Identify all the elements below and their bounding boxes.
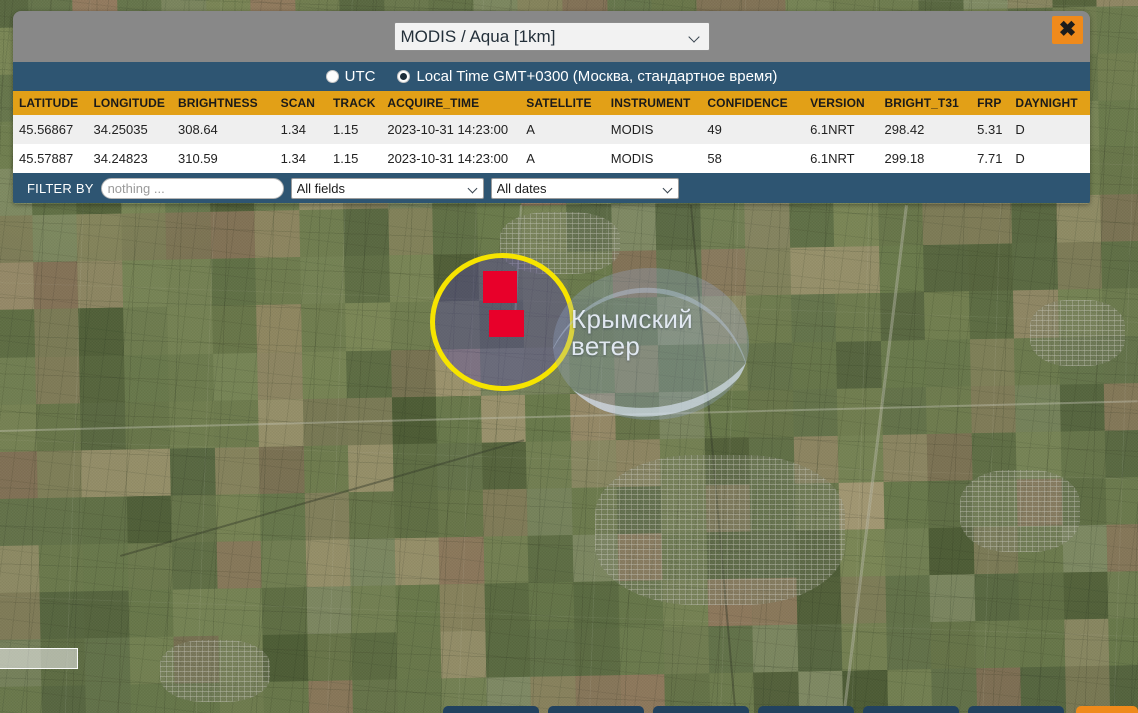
- bottom-toolbar-tab[interactable]: [653, 706, 749, 713]
- column-header-acquire-time[interactable]: ACQUIRE_TIME: [381, 91, 520, 115]
- cell-acquire-time: 2023-10-31 14:23:00: [381, 115, 520, 144]
- column-header-frp[interactable]: FRP: [971, 91, 1009, 115]
- radio-utc[interactable]: UTC: [326, 68, 376, 85]
- radio-local-time[interactable]: Local Time GMT+0300 (Москва, стандартное…: [397, 68, 777, 85]
- filter-bar: FILTER BY All fieldsLatitudeLongitudeBri…: [13, 173, 1090, 203]
- radio-utc-label: UTC: [345, 68, 376, 85]
- column-header-satellite[interactable]: SATELLITE: [520, 91, 605, 115]
- column-header-bright-t31[interactable]: BRIGHT_T31: [879, 91, 972, 115]
- cell-longitude: 34.24823: [87, 144, 172, 173]
- cell-latitude: 45.57887: [13, 144, 87, 173]
- column-header-version[interactable]: VERSION: [804, 91, 878, 115]
- cell-bright-t31: 298.42: [879, 115, 972, 144]
- cell-instrument: MODIS: [605, 115, 702, 144]
- cell-acquire-time: 2023-10-31 14:23:00: [381, 144, 520, 173]
- table-row[interactable]: 45.5788734.24823310.591.341.152023-10-31…: [13, 144, 1090, 173]
- cell-latitude: 45.56867: [13, 115, 87, 144]
- cell-longitude: 34.25035: [87, 115, 172, 144]
- bottom-toolbar-tab[interactable]: [758, 706, 854, 713]
- column-header-instrument[interactable]: INSTRUMENT: [605, 91, 702, 115]
- table-header-row: LATITUDE LONGITUDE BRIGHTNESS SCAN TRACK…: [13, 91, 1090, 115]
- bottom-toolbar-tab[interactable]: [968, 706, 1064, 713]
- column-header-daynight[interactable]: DAYNIGHT: [1009, 91, 1090, 115]
- channel-watermark: Крымский ветер: [553, 268, 749, 420]
- watermark-text: Крымский ветер: [571, 306, 741, 360]
- cell-brightness: 308.64: [172, 115, 275, 144]
- cell-daynight: D: [1009, 115, 1090, 144]
- firms-data-panel: MODIS / Aqua [1km]MODIS / Terra [1km]VII…: [13, 11, 1090, 204]
- screen-root: Крымский ветер MODIS / Aqua [1km]MODIS /…: [0, 0, 1138, 713]
- column-header-latitude[interactable]: LATITUDE: [13, 91, 87, 115]
- column-header-brightness[interactable]: BRIGHTNESS: [172, 91, 275, 115]
- table-row[interactable]: 45.5686734.25035308.641.341.152023-10-31…: [13, 115, 1090, 144]
- cell-scan: 1.34: [275, 144, 327, 173]
- cell-confidence: 58: [701, 144, 804, 173]
- table-body: 45.5686734.25035308.641.341.152023-10-31…: [13, 115, 1090, 173]
- cell-scan: 1.34: [275, 115, 327, 144]
- fire-detection-marker[interactable]: [483, 271, 517, 303]
- column-header-track[interactable]: TRACK: [327, 91, 381, 115]
- table-header: LATITUDE LONGITUDE BRIGHTNESS SCAN TRACK…: [13, 91, 1090, 115]
- time-mode-band: UTC Local Time GMT+0300 (Москва, стандар…: [13, 62, 1090, 91]
- fields-select-wrap: All fieldsLatitudeLongitudeBrightnessSat…: [291, 178, 484, 199]
- panel-header: MODIS / Aqua [1km]MODIS / Terra [1km]VII…: [13, 11, 1090, 62]
- filter-input[interactable]: [101, 178, 284, 199]
- radio-utc-indicator: [326, 70, 339, 83]
- bottom-toolbar-tab-accent[interactable]: [1076, 706, 1138, 713]
- cell-version: 6.1NRT: [804, 115, 878, 144]
- column-header-longitude[interactable]: LONGITUDE: [87, 91, 172, 115]
- product-select[interactable]: MODIS / Aqua [1km]MODIS / Terra [1km]VII…: [394, 22, 710, 51]
- fire-detection-marker[interactable]: [489, 310, 524, 337]
- cell-satellite: A: [520, 115, 605, 144]
- cell-version: 6.1NRT: [804, 144, 878, 173]
- cell-frp: 5.31: [971, 115, 1009, 144]
- cell-brightness: 310.59: [172, 144, 275, 173]
- cell-track: 1.15: [327, 144, 381, 173]
- cell-confidence: 49: [701, 115, 804, 144]
- map-attribution-chip: [0, 648, 78, 669]
- watermark-line-2: ветер: [571, 333, 741, 360]
- cell-instrument: MODIS: [605, 144, 702, 173]
- cell-satellite: A: [520, 144, 605, 173]
- fire-detections-table: LATITUDE LONGITUDE BRIGHTNESS SCAN TRACK…: [13, 91, 1090, 173]
- filter-label: FILTER BY: [27, 181, 94, 196]
- bottom-toolbar-tab[interactable]: [443, 706, 539, 713]
- filter-dates-select[interactable]: All datesTodayLast 24 hoursLast 7 days: [491, 178, 679, 199]
- dates-select-wrap: All datesTodayLast 24 hoursLast 7 days: [491, 178, 679, 199]
- cell-daynight: D: [1009, 144, 1090, 173]
- close-button[interactable]: ✖: [1052, 16, 1083, 44]
- cell-track: 1.15: [327, 115, 381, 144]
- bottom-toolbar-tab[interactable]: [548, 706, 644, 713]
- column-header-scan[interactable]: SCAN: [275, 91, 327, 115]
- column-header-confidence[interactable]: CONFIDENCE: [701, 91, 804, 115]
- filter-fields-select[interactable]: All fieldsLatitudeLongitudeBrightnessSat…: [291, 178, 484, 199]
- radio-local-time-indicator: [397, 70, 410, 83]
- product-select-wrap: MODIS / Aqua [1km]MODIS / Terra [1km]VII…: [394, 22, 710, 51]
- watermark-line-1: Крымский: [571, 306, 741, 333]
- cell-frp: 7.71: [971, 144, 1009, 173]
- radio-local-time-label: Local Time GMT+0300 (Москва, стандартное…: [416, 68, 777, 85]
- cell-bright-t31: 299.18: [879, 144, 972, 173]
- bottom-toolbar-tab[interactable]: [863, 706, 959, 713]
